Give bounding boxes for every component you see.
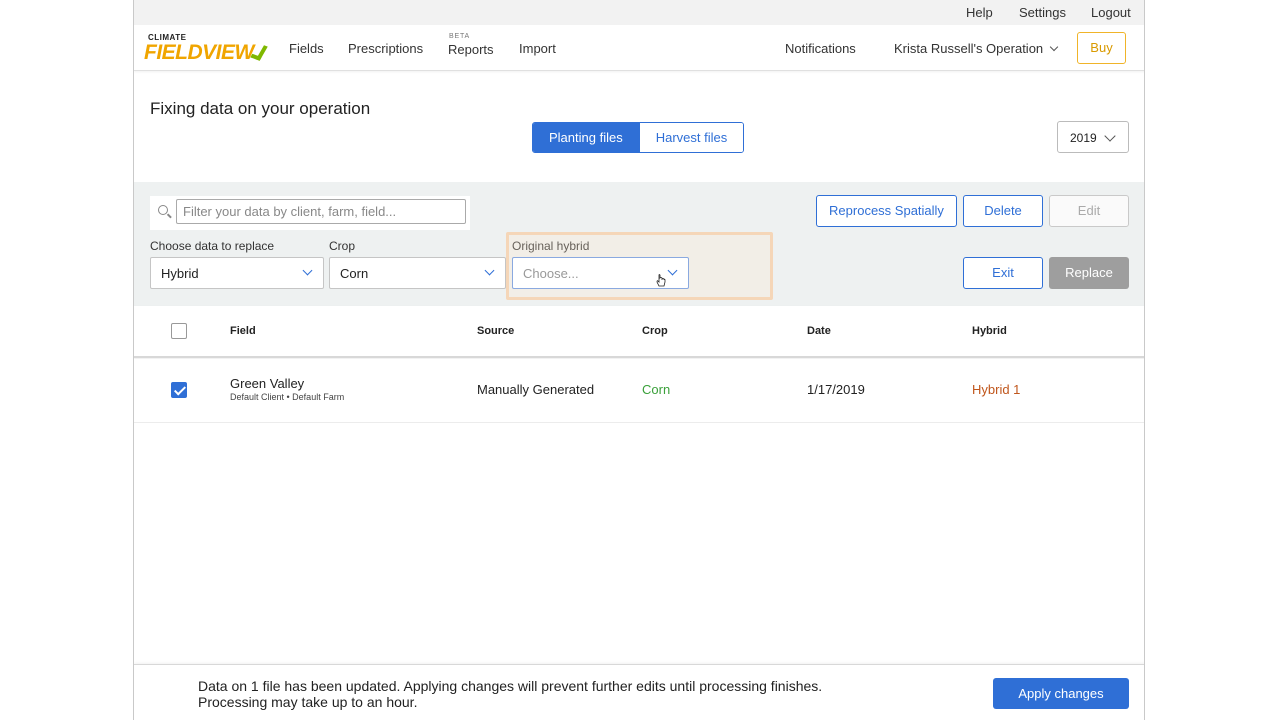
settings-link[interactable]: Settings — [1019, 5, 1066, 20]
changes-footer: Data on 1 file has been updated. Applyin… — [134, 664, 1144, 720]
buy-button[interactable]: Buy — [1077, 32, 1126, 64]
filter-panel: Reprocess Spatially Delete Edit Choose d… — [134, 182, 1144, 306]
footer-message-line2: Processing may take up to an hour. — [198, 694, 418, 710]
hand-cursor-icon — [656, 274, 666, 287]
chevron-down-icon — [1104, 130, 1116, 142]
exit-button[interactable]: Exit — [963, 257, 1043, 289]
field-name: Green Valley — [230, 376, 305, 391]
data-to-replace-label: Choose data to replace — [150, 239, 275, 253]
logo-big-text: FIELDVIEW — [144, 41, 254, 64]
app-window: Help Settings Logout CLIMATE FIELDVIEW F… — [133, 0, 1145, 720]
hybrid-value: Hybrid 1 — [972, 382, 1021, 397]
crop-label: Crop — [329, 239, 356, 253]
search-box — [150, 196, 470, 230]
data-to-replace-select[interactable]: Hybrid — [150, 257, 324, 289]
tab-harvest-files[interactable]: Harvest files — [638, 123, 744, 152]
select-all-checkbox[interactable] — [171, 323, 187, 339]
nav-prescriptions[interactable]: Prescriptions — [348, 41, 423, 56]
delete-button[interactable]: Delete — [963, 195, 1043, 227]
crop-value: Corn — [642, 382, 671, 397]
logout-link[interactable]: Logout — [1091, 5, 1131, 20]
table-row[interactable]: Green Valley Default Client • Default Fa… — [134, 359, 1144, 423]
crop-value: Corn — [340, 266, 369, 281]
operation-name: Krista Russell's Operation — [894, 41, 1044, 56]
replace-button[interactable]: Replace — [1049, 257, 1129, 289]
fieldview-logo[interactable]: CLIMATE FIELDVIEW — [144, 32, 268, 64]
nav-fields[interactable]: Fields — [289, 41, 324, 56]
footer-message: Data on 1 file has been updated. Applyin… — [198, 678, 822, 710]
column-header-source[interactable]: Source — [477, 325, 514, 337]
nav-import[interactable]: Import — [519, 41, 556, 56]
column-header-hybrid[interactable]: Hybrid — [972, 325, 1007, 337]
apply-changes-button[interactable]: Apply changes — [993, 678, 1129, 709]
source-value: Manually Generated — [477, 382, 595, 397]
help-link[interactable]: Help — [966, 5, 993, 20]
year-select[interactable]: 2019 — [1057, 121, 1129, 153]
crop-select[interactable]: Corn — [329, 257, 506, 289]
beta-badge: BETA — [449, 33, 470, 40]
column-header-field[interactable]: Field — [230, 325, 256, 337]
nav-notifications[interactable]: Notifications — [785, 41, 856, 56]
edit-button[interactable]: Edit — [1049, 195, 1129, 227]
year-value: 2019 — [1070, 131, 1097, 145]
search-input[interactable] — [176, 199, 466, 224]
date-value: 1/17/2019 — [807, 382, 865, 397]
column-header-crop[interactable]: Crop — [642, 325, 668, 337]
tab-planting-files[interactable]: Planting files — [533, 123, 639, 152]
original-hybrid-value: Choose... — [523, 266, 579, 281]
chevron-down-icon — [484, 265, 495, 276]
row-checkbox[interactable] — [171, 382, 187, 398]
data-to-replace-value: Hybrid — [161, 266, 199, 281]
nav-reports[interactable]: Reports — [448, 42, 494, 57]
column-header-date[interactable]: Date — [807, 325, 831, 337]
field-client-farm: Default Client • Default Farm — [230, 392, 345, 402]
operation-menu[interactable]: Krista Russell's Operation — [894, 41, 1059, 56]
chevron-down-icon — [667, 265, 678, 276]
search-icon — [158, 205, 168, 215]
table-header: Field Source Crop Date Hybrid — [134, 306, 1144, 358]
utility-bar: Help Settings Logout — [134, 0, 1144, 25]
page-title: Fixing data on your operation — [150, 99, 371, 118]
chevron-down-icon — [1049, 42, 1059, 52]
reprocess-spatially-button[interactable]: Reprocess Spatially — [816, 195, 957, 227]
footer-message-line1: Data on 1 file has been updated. Applyin… — [198, 678, 823, 694]
main-nav: CLIMATE FIELDVIEW Fields Prescriptions B… — [134, 25, 1144, 71]
chevron-down-icon — [302, 265, 313, 276]
file-type-tabs: Planting files Harvest files — [532, 122, 745, 153]
